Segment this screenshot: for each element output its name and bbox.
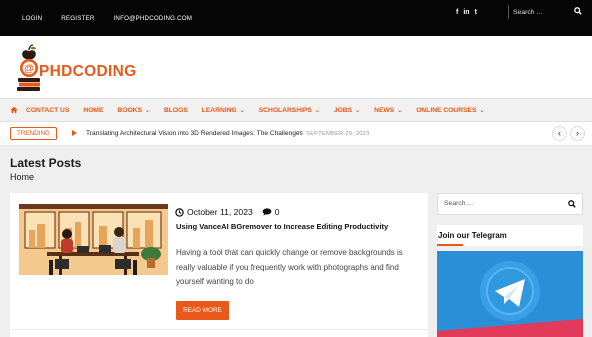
telegram-banner[interactable] (437, 251, 583, 337)
telegram-widget-header: Join our Telegram (437, 225, 583, 246)
email-link[interactable]: INFO@PHDCODING.COM (114, 15, 193, 22)
chevron-down-icon: ⌄ (397, 107, 403, 114)
site-logo[interactable]: @ PHDCODING (14, 44, 154, 94)
nav-item-label: BLOGS (163, 106, 188, 114)
nav-item-contact-us[interactable]: CONTACT US (26, 107, 69, 114)
nav-item-label: LEARNING (201, 106, 237, 114)
post-card: October 11, 2023 0 Using VanceAI BGremov… (10, 193, 428, 337)
dash-icon: — (297, 129, 303, 135)
trending-arrow-icon (72, 130, 77, 136)
search-icon[interactable] (568, 200, 576, 208)
post-date[interactable]: October 11, 2023 (187, 207, 253, 217)
site-header: @ PHDCODING (0, 36, 592, 98)
nav-item-jobs[interactable]: JOBS ⌄ (334, 107, 360, 114)
trending-date: SEPTEMBER 29, 2023 (306, 130, 370, 137)
nav-item-label: SCHOLARSHIPS (258, 106, 312, 114)
svg-text:@: @ (24, 64, 34, 75)
nav-item-label: ONLINE COURSES (416, 106, 477, 114)
trending-bar: TRENDING Translating Architectural Visio… (0, 122, 592, 146)
top-search-placeholder: Search ... (513, 8, 543, 16)
nav-item-scholarships[interactable]: SCHOLARSHIPS ⌄ (259, 107, 320, 114)
trending-title-link[interactable]: Translating Architectural Vision into 3D… (86, 130, 303, 137)
brand-name: PHDCODING (39, 63, 137, 80)
nav-item-home[interactable]: HOME (83, 107, 103, 114)
nav-item-label: BOOKS (117, 106, 142, 114)
topbar-divider (508, 5, 509, 19)
top-search-input[interactable]: Search ... (513, 5, 588, 19)
sidebar-search-placeholder: Search ... (444, 200, 474, 207)
chevron-down-icon: ⌄ (239, 107, 245, 114)
facebook-icon[interactable]: f (456, 9, 458, 16)
social-links: f in t (456, 0, 477, 25)
search-icon[interactable] (574, 7, 582, 15)
telegram-heading: Join our Telegram (438, 231, 507, 240)
sidebar-search-input[interactable]: Search ... (437, 193, 583, 215)
tumblr-icon[interactable]: t (475, 9, 477, 16)
clock-icon (175, 207, 184, 217)
nav-item-blogs[interactable]: BLOGS (164, 107, 188, 114)
trending-next-button[interactable]: › (570, 126, 585, 141)
home-icon[interactable] (10, 106, 18, 114)
nav-item-label: CONTACT US (26, 106, 70, 114)
chevron-down-icon: ⌄ (314, 107, 320, 114)
comment-icon (262, 208, 272, 216)
linkedin-icon[interactable]: in (463, 9, 469, 16)
post-title-link[interactable]: Using VanceAI BGremover to Increase Edit… (176, 222, 388, 231)
post-meta: October 11, 2023 0 (175, 207, 280, 217)
chevron-down-icon: ⌄ (479, 107, 485, 114)
register-link[interactable]: REGISTER (61, 15, 94, 22)
chevron-down-icon: ⌄ (355, 107, 361, 114)
top-bar: LOGIN REGISTER INFO@PHDCODING.COM f in t… (0, 0, 592, 36)
comment-count[interactable]: 0 (275, 207, 280, 217)
trending-prev-button[interactable]: ‹ (552, 126, 567, 141)
trending-badge: TRENDING (10, 127, 57, 140)
post-excerpt: Having a tool that can quickly change or… (176, 248, 403, 286)
nav-item-online-courses[interactable]: ONLINE COURSES ⌄ (416, 107, 484, 114)
nav-item-learning[interactable]: LEARNING ⌄ (202, 107, 245, 114)
login-link[interactable]: LOGIN (22, 15, 42, 22)
nav-item-news[interactable]: NEWS ⌄ (374, 107, 402, 114)
top-links: LOGIN REGISTER INFO@PHDCODING.COM (22, 0, 211, 36)
nav-item-label: HOME (83, 106, 104, 114)
nav-item-label: NEWS (374, 106, 395, 114)
heading-underline (437, 244, 463, 246)
post-divider (10, 329, 428, 330)
breadcrumb[interactable]: Home (10, 172, 34, 182)
nav-item-books[interactable]: BOOKS ⌄ (117, 107, 150, 114)
main-nav: CONTACT US HOME BOOKS ⌄ BLOGS LEARNING ⌄ S… (0, 98, 592, 122)
nav-item-label: JOBS (333, 106, 353, 114)
chevron-down-icon: ⌄ (144, 107, 150, 114)
post-thumbnail[interactable] (19, 204, 168, 275)
page-title: Latest Posts (10, 156, 82, 170)
read-more-button[interactable]: READ MORE (176, 301, 229, 320)
